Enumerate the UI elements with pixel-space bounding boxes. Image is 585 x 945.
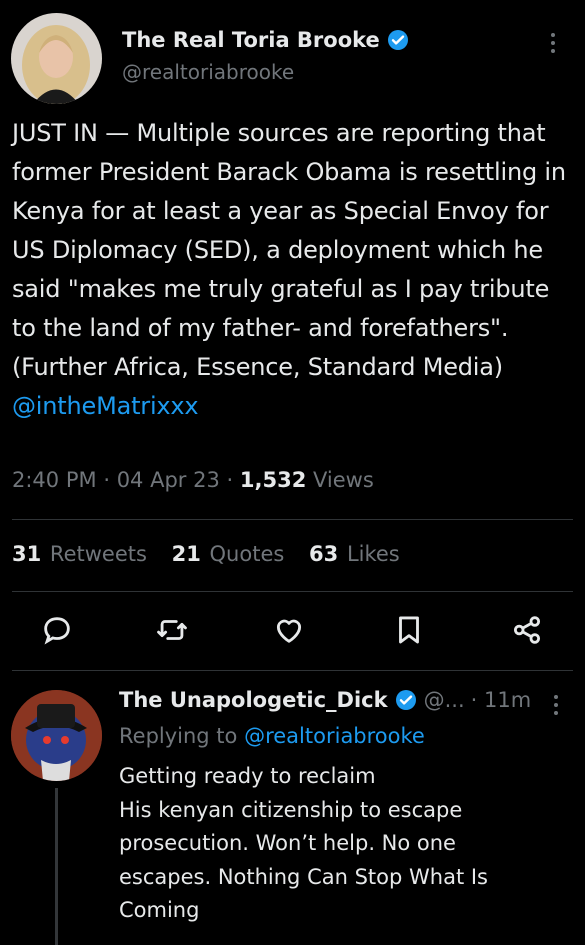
meta-separator: · [226, 468, 234, 492]
views-count: 1,532 [239, 468, 307, 492]
verified-badge-icon [387, 30, 408, 50]
bookmark-icon[interactable] [392, 613, 426, 647]
more-options-icon[interactable] [544, 690, 568, 720]
reply-header: The Unapologetic_Dick @... · 11m [119, 688, 531, 712]
reply-text-line: Getting ready to reclaim [119, 764, 376, 788]
tweet-date[interactable]: 04 Apr 23 [117, 468, 220, 492]
more-options-icon[interactable] [541, 28, 565, 58]
likes-count: 63 [309, 542, 339, 566]
retweets-count: 31 [12, 542, 42, 566]
author-avatar[interactable] [11, 13, 102, 104]
tweet-text: JUST IN — Multiple sources are reporting… [12, 114, 578, 426]
verified-badge-icon [395, 690, 416, 710]
replying-handle[interactable]: @realtoriabrooke [244, 724, 425, 748]
engagement-stats: 31 Retweets 21 Quotes 63 Likes [12, 542, 418, 566]
reply-author-name[interactable]: The Unapologetic_Dick [119, 688, 388, 712]
reply-text-line: escapes. Nothing Can Stop What Is [119, 864, 488, 889]
replying-to: Replying to @realtoriabrooke [119, 724, 425, 748]
thread-line [55, 788, 58, 945]
reply-avatar[interactable] [11, 690, 102, 781]
tweet-body: JUST IN — Multiple sources are reporting… [12, 119, 566, 381]
divider [12, 670, 573, 671]
author-handle[interactable]: @realtoriabrooke [122, 60, 294, 84]
quotes-stat[interactable]: 21 Quotes [172, 542, 285, 566]
reply-text-line: His kenyan citizenship to escape [119, 797, 463, 822]
reply-icon[interactable] [40, 613, 74, 647]
author-name-text: The Real Toria Brooke [122, 28, 380, 52]
reply-handle[interactable]: @... [424, 688, 465, 712]
likes-stat[interactable]: 63 Likes [309, 542, 400, 566]
quotes-label: Quotes [209, 542, 285, 566]
like-icon[interactable] [272, 613, 306, 647]
tweet-time[interactable]: 2:40 PM [12, 468, 97, 492]
reply-text-line: Coming [119, 898, 200, 922]
replying-label: Replying to [119, 724, 238, 748]
share-icon[interactable] [510, 613, 544, 647]
divider [12, 591, 573, 592]
retweets-label: Retweets [49, 542, 147, 566]
quotes-count: 21 [171, 542, 201, 566]
reply-time[interactable]: · 11m [471, 688, 532, 712]
reply-text: Getting ready to reclaim His kenyan citi… [119, 760, 579, 928]
mention-link[interactable]: @intheMatrixxx [12, 392, 199, 420]
meta-separator: · [103, 468, 110, 492]
divider [12, 519, 573, 520]
tweet-meta: 2:40 PM · 04 Apr 23 · 1,532 Views [12, 468, 374, 492]
author-name[interactable]: The Real Toria Brooke [122, 28, 410, 52]
likes-label: Likes [346, 542, 400, 566]
views-label: Views [313, 468, 374, 492]
retweet-icon[interactable] [155, 613, 189, 647]
reply-text-line: prosecution. Won’t help. No one [119, 831, 456, 855]
retweets-stat[interactable]: 31 Retweets [12, 542, 147, 566]
